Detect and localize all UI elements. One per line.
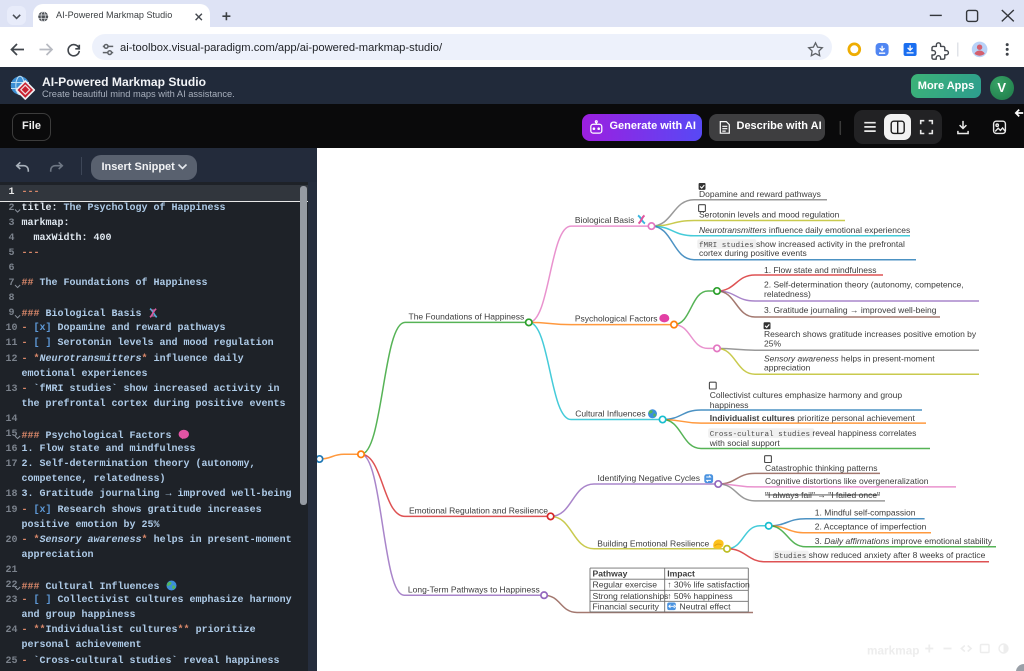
- svg-text:Regular exercise: Regular exercise: [593, 580, 658, 590]
- svg-text:25%: 25%: [764, 339, 781, 349]
- svg-text:Psychological Factors: Psychological Factors: [575, 314, 658, 324]
- svg-text:Biological Basis: Biological Basis: [575, 215, 635, 225]
- svg-text:Pathway: Pathway: [593, 569, 628, 579]
- svg-text:↑ 30% life satisfaction: ↑ 30% life satisfaction: [667, 580, 750, 590]
- svg-text:Neutral effect: Neutral effect: [680, 601, 732, 611]
- svg-text:Dopamine and reward pathways: Dopamine and reward pathways: [699, 189, 821, 199]
- svg-text:Individualist cultures priorit: Individualist cultures prioritize person…: [710, 413, 916, 423]
- svg-text:1. Mindful self-compassion: 1. Mindful self-compassion: [815, 508, 916, 518]
- svg-text:markmap: markmap: [867, 644, 919, 658]
- svg-text:Strong relationships: Strong relationships: [593, 591, 669, 601]
- svg-text:Neurotransmitters influence da: Neurotransmitters influence daily emotio…: [699, 225, 910, 235]
- svg-text:↑ 50% happiness: ↑ 50% happiness: [667, 591, 732, 601]
- svg-text:happiness: happiness: [710, 400, 749, 410]
- svg-text:2. Self-determination theory (: 2. Self-determination theory (autonomy, …: [764, 279, 964, 289]
- svg-text:with social support: with social support: [709, 438, 781, 448]
- svg-text:Impact: Impact: [667, 569, 695, 579]
- svg-text:Collectivist cultures emphasiz: Collectivist cultures emphasize harmony …: [710, 390, 903, 400]
- svg-text:Emotional Regulation and Resil: Emotional Regulation and Resilience: [409, 505, 548, 515]
- svg-text:3. Gratitude journaling → impr: 3. Gratitude journaling → improved well-…: [764, 305, 937, 315]
- svg-text:Cognitive distortions like ove: Cognitive distortions like overgeneraliz…: [765, 476, 929, 486]
- svg-text:3. Daily affirmations improve: 3. Daily affirmations improve emotional …: [815, 536, 993, 546]
- svg-text:appreciation: appreciation: [764, 363, 811, 373]
- svg-text:Studies show reduced anxiety a: Studies show reduced anxiety after 8 wee…: [774, 550, 985, 561]
- svg-text:Catastrophic thinking patterns: Catastrophic thinking patterns: [765, 463, 877, 473]
- svg-text:Serotonin levels and mood regu: Serotonin levels and mood regulation: [699, 209, 840, 219]
- svg-text:Identifying Negative Cycles: Identifying Negative Cycles: [598, 473, 701, 483]
- svg-text:relatedness): relatedness): [764, 289, 811, 299]
- svg-text:The Foundations of Happiness: The Foundations of Happiness: [409, 311, 525, 321]
- svg-text:1. Flow state and mindfulness: 1. Flow state and mindfulness: [764, 265, 876, 275]
- svg-text:Research shows gratitude incre: Research shows gratitude increases posit…: [764, 329, 977, 339]
- svg-text:Long-Term Pathways to Happines: Long-Term Pathways to Happiness: [408, 584, 540, 594]
- svg-text:Cultural Influences: Cultural Influences: [575, 409, 645, 419]
- svg-text:2. Acceptance of imperfection: 2. Acceptance of imperfection: [815, 522, 927, 532]
- svg-text:Building Emotional Resilience: Building Emotional Resilience: [597, 538, 709, 548]
- svg-text:cortex during positive events: cortex during positive events: [699, 248, 807, 258]
- svg-text:Financial security: Financial security: [593, 601, 660, 611]
